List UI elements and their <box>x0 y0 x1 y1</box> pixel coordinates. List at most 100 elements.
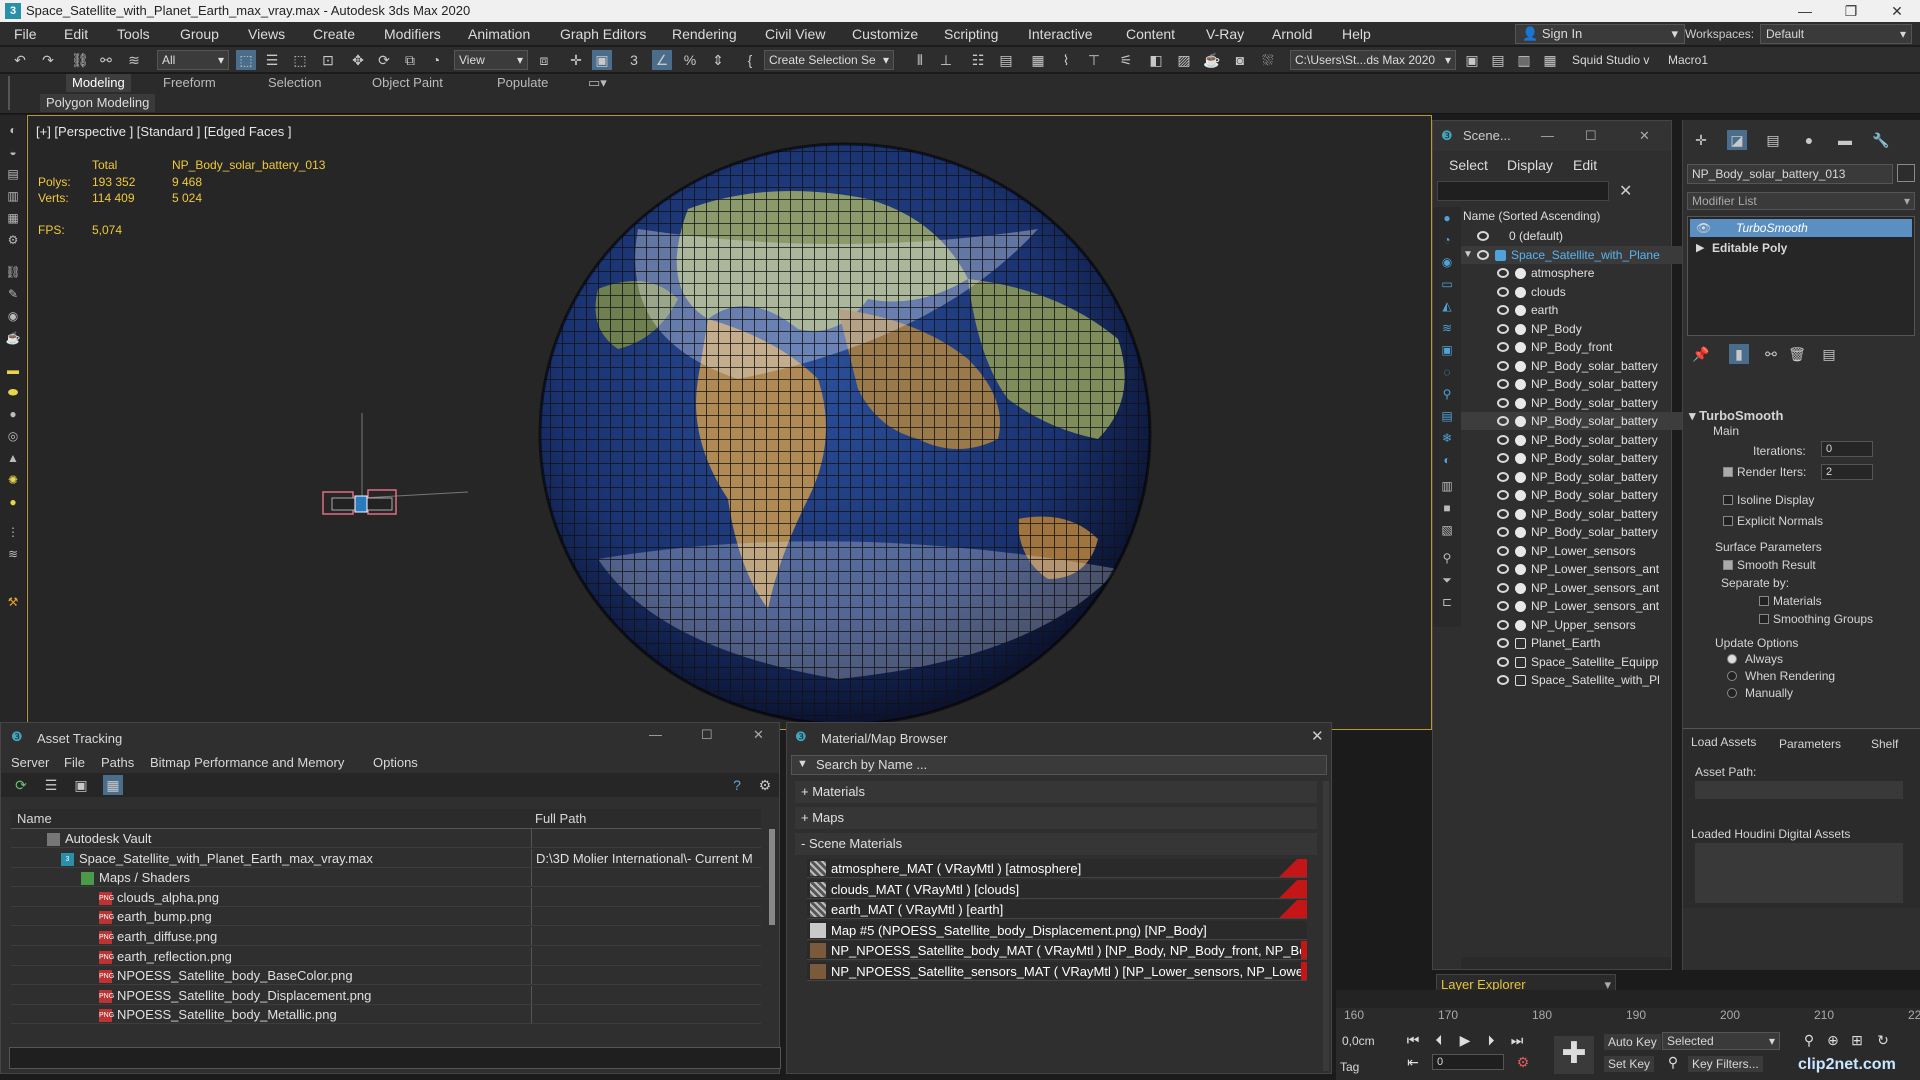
align-icon[interactable]: ⊥ <box>936 50 956 70</box>
visibility-eye-icon[interactable] <box>1497 471 1509 482</box>
asset-menu-options[interactable]: Options <box>373 755 418 770</box>
menu-customize[interactable]: Customize <box>852 22 918 46</box>
scene-column-header[interactable]: Name (Sorted Ascending) <box>1463 209 1600 223</box>
visibility-eye-icon[interactable] <box>1497 656 1509 667</box>
rotate-icon[interactable]: ⟳ <box>374 50 394 70</box>
isoline-checkbox[interactable] <box>1723 495 1733 505</box>
menu-views[interactable]: Views <box>248 22 285 46</box>
visibility-eye-icon[interactable] <box>1497 675 1509 685</box>
sphere-tool-icon[interactable]: ◉ <box>3 309 23 325</box>
menu-rendering[interactable]: Rendering <box>672 22 737 46</box>
smooth-result-checkbox[interactable] <box>1723 560 1733 570</box>
visibility-eye-icon[interactable] <box>1497 434 1509 445</box>
scene-row[interactable]: ▼ Space_Satellite_with_Plane <box>1461 245 1699 264</box>
next-frame-icon[interactable]: ⏵ <box>1480 1030 1502 1050</box>
asset-menu-paths[interactable]: Paths <box>101 755 134 770</box>
edit-named-selection-icon[interactable]: { <box>740 50 760 70</box>
zoom-icon[interactable]: ⚲ <box>1798 1030 1820 1050</box>
render-iters-checkbox[interactable] <box>1723 467 1733 477</box>
make-unique-icon[interactable]: ⚯ <box>1761 344 1781 364</box>
column-name[interactable]: Name <box>17 811 52 826</box>
link-tool-icon[interactable]: ⛓ <box>3 265 23 281</box>
menu-animation[interactable]: Animation <box>468 22 530 46</box>
material-search-input[interactable]: Search by Name ... <box>791 755 1327 775</box>
link-icon[interactable]: ⛓ <box>70 50 90 70</box>
column-full-path[interactable]: Full Path <box>535 811 586 826</box>
material-editor-icon[interactable]: ⚟ <box>1116 50 1136 70</box>
earth-globe[interactable] <box>538 139 1153 729</box>
show-end-result-icon[interactable]: ▮ <box>1729 344 1749 364</box>
scene-material-item[interactable]: NP_NPOESS_Satellite_body_MAT ( VRayMtl )… <box>807 941 1307 960</box>
section-materials[interactable]: + Materials <box>795 781 1317 803</box>
set-keys-icon[interactable]: ✚ <box>1554 1036 1594 1074</box>
satellite-model[interactable] <box>318 408 498 538</box>
scene-row[interactable]: NP_Body_solar_battery <box>1461 449 1699 467</box>
scene-row[interactable]: 0 (default) <box>1461 227 1699 245</box>
asset-row[interactable]: 3 Space_Satellite_with_Planet_Earth_max_v… <box>11 848 761 868</box>
scene-row[interactable]: NP_Body_solar_battery <box>1461 394 1699 412</box>
visibility-eye-icon[interactable] <box>1497 545 1509 556</box>
orbit-icon[interactable]: ↻ <box>1872 1030 1894 1050</box>
maximize-icon[interactable]: ☐ <box>701 727 713 743</box>
visibility-eye-icon[interactable] <box>1497 490 1509 500</box>
filter-shapes-icon[interactable]: ◔ <box>1437 233 1457 249</box>
scene-search-input[interactable] <box>1437 181 1609 201</box>
collapse-triangle-icon[interactable]: ▼ <box>1463 246 1473 264</box>
scene-material-item[interactable]: clouds_MAT ( VRayMtl ) [clouds] <box>807 879 1307 899</box>
smoothing-groups-checkbox[interactable] <box>1759 614 1769 624</box>
asset-row[interactable]: PNG NPOESS_Satellite_body_Displacement.pn… <box>11 985 761 1005</box>
visibility-eye-icon[interactable] <box>1497 268 1509 278</box>
modifier-list-dropdown[interactable]: Modifier List ▾ <box>1687 192 1915 210</box>
search-options-icon[interactable]: ▼ <box>797 758 808 770</box>
scene-row[interactable]: NP_Body_solar_battery <box>1461 468 1699 486</box>
explicit-normals-checkbox[interactable] <box>1723 516 1733 526</box>
list-view-icon[interactable]: ☰ <box>41 775 61 795</box>
percent-snap-icon[interactable]: % <box>680 50 700 70</box>
menu-modifiers[interactable]: Modifiers <box>384 22 441 46</box>
remove-modifier-icon[interactable]: 🗑 <box>1787 344 1807 364</box>
scene-row[interactable]: NP_Body_solar_battery <box>1461 375 1699 393</box>
reference-coordinate-dropdown[interactable]: View ▾ <box>454 50 528 70</box>
select-object-icon[interactable]: ⬚ <box>236 50 256 70</box>
close-icon[interactable]: ✕ <box>1639 121 1650 151</box>
motion-tab-icon[interactable]: ● <box>1799 130 1819 150</box>
hierarchy-tab-icon[interactable]: ▤ <box>1763 130 1783 150</box>
menu-edit[interactable]: Edit <box>64 22 88 46</box>
project-folder-icon[interactable]: ▣ <box>1462 50 1482 70</box>
scene-row[interactable]: NP_Upper_sensors <box>1461 616 1699 634</box>
visibility-eye-icon[interactable] <box>1497 416 1509 426</box>
render-icon[interactable]: ☕ <box>1202 50 1222 70</box>
tab-selection[interactable]: Selection <box>268 74 321 92</box>
manually-radio[interactable] <box>1727 688 1737 698</box>
ribbon-toggle-icon[interactable]: ▦ <box>1028 50 1048 70</box>
unlink-icon[interactable]: ⚯ <box>96 50 116 70</box>
window-crossing-icon[interactable]: ⊡ <box>318 50 338 70</box>
object-name-field[interactable]: NP_Body_solar_battery_013 <box>1687 164 1893 184</box>
table-view-icon[interactable]: ▦ <box>103 775 123 795</box>
mirror-icon[interactable]: ⫴ <box>910 50 930 70</box>
render-iters-spinner[interactable]: 2 <box>1821 464 1873 480</box>
motion-icon[interactable]: ▥ <box>3 189 23 205</box>
sign-in-dropdown[interactable]: 👤 Sign In ▾ <box>1515 24 1685 44</box>
filter-bones-icon[interactable]: ⚲ <box>1437 387 1457 403</box>
menu-tools[interactable]: Tools <box>117 22 150 46</box>
scene-row[interactable]: NP_Body <box>1461 320 1699 338</box>
menu-file[interactable]: File <box>14 22 37 46</box>
render-tool-icon[interactable]: ⚒ <box>3 595 23 611</box>
menu-create[interactable]: Create <box>313 22 355 46</box>
visibility-eye-icon[interactable] <box>1497 360 1509 371</box>
tab-object-paint[interactable]: Object Paint <box>372 74 443 92</box>
scene-menu-edit[interactable]: Edit <box>1573 157 1597 173</box>
key-set-dropdown[interactable]: Selected ▾ <box>1662 1032 1780 1050</box>
visibility-eye-icon[interactable] <box>1497 564 1509 574</box>
polygon-modeling-panel[interactable]: Polygon Modeling <box>40 94 156 112</box>
layer-icon[interactable]: ⊏ <box>1437 595 1457 611</box>
help-icon[interactable]: ? <box>727 775 747 795</box>
asset-menu-file[interactable]: File <box>64 755 85 770</box>
placement-icon[interactable]: ◔ <box>426 50 446 70</box>
visibility-eye-icon[interactable] <box>1497 453 1509 463</box>
scene-row[interactable]: NP_Body_solar_battery <box>1461 505 1699 523</box>
scene-row[interactable]: NP_Lower_sensors <box>1461 542 1699 560</box>
close-icon[interactable]: ✕ <box>753 727 764 743</box>
scene-row[interactable]: NP_Lower_sensors_ant <box>1461 560 1699 578</box>
